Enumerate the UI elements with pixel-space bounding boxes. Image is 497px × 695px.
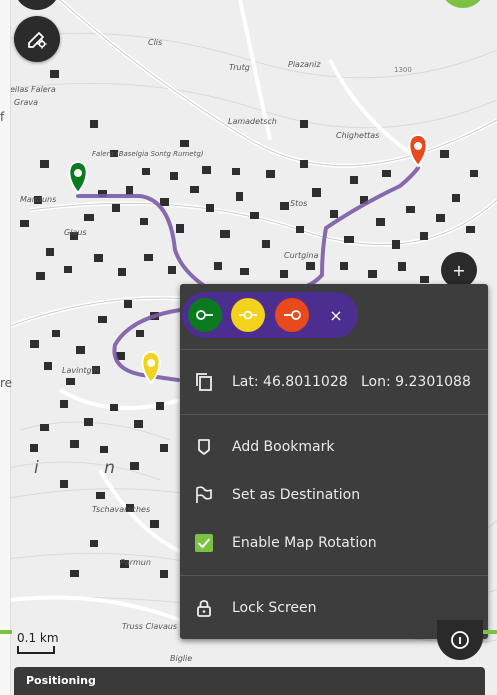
map-label-chighettas: Chighettas: [336, 131, 380, 140]
set-end-button[interactable]: [275, 298, 309, 332]
side-panel-text-top: f: [0, 110, 5, 124]
point-type-selector: ×: [182, 292, 358, 338]
info-icon: [451, 631, 469, 649]
set-start-button[interactable]: [188, 298, 222, 332]
plus-icon: +: [452, 260, 466, 280]
map-label-teilas-falera: eilas Falera: [10, 85, 56, 94]
set-via-button[interactable]: [231, 298, 265, 332]
map-label-stos: Stos: [290, 199, 308, 208]
side-panel-text-mid: re: [0, 376, 13, 390]
enable-map-rotation-item[interactable]: Enable Map Rotation: [180, 523, 488, 563]
map-label-truss-clavaus: Truss Clavaus: [122, 622, 178, 631]
accent-line: [0, 630, 12, 634]
map-label-parmun: Parmun: [120, 558, 151, 567]
enable-map-rotation-label: Enable Map Rotation: [232, 535, 377, 551]
map-label-manduns: Manduns: [20, 195, 57, 204]
side-panel-edge: f re: [0, 0, 13, 695]
set-destination-item[interactable]: Set as Destination: [180, 475, 488, 515]
divider: [180, 414, 488, 415]
map-context-menu: × Lat: 46.8011028 Lon: 9.2301088 Add Boo…: [180, 284, 488, 639]
map-label-elevation: 1300: [394, 66, 412, 74]
positioning-title: Positioning: [26, 674, 96, 687]
map-label-glaus: Glaus: [64, 228, 87, 237]
end-point-icon: [284, 310, 301, 320]
map-label-grava: Grava: [14, 98, 39, 107]
checkbox-checked-icon[interactable]: [194, 533, 214, 553]
map-label-trutg: Trutg: [229, 63, 250, 72]
flag-icon: [194, 485, 214, 505]
route-settings-icon: [28, 32, 47, 49]
map-label-curtgina: Curtgina: [284, 251, 319, 260]
set-destination-label: Set as Destination: [232, 487, 361, 503]
bookmark-icon: [194, 437, 214, 457]
add-bookmark-label: Add Bookmark: [232, 439, 335, 455]
route-edit-button[interactable]: [14, 16, 60, 62]
map-label-lamadetsch: Lamadetsch: [228, 117, 277, 126]
map-label-plazaniz: Plazaniz: [288, 60, 321, 69]
divider: [180, 575, 488, 576]
via-point-icon: [239, 310, 257, 320]
divider: [180, 349, 488, 350]
copy-icon: [194, 372, 214, 392]
lock-screen-label: Lock Screen: [232, 600, 317, 616]
map-label-tschavarsches: Tschavarsches: [92, 505, 151, 514]
add-bookmark-item[interactable]: Add Bookmark: [180, 427, 488, 467]
close-icon: ×: [329, 305, 343, 325]
zoom-in-button[interactable]: +: [441, 252, 477, 288]
map-label-lavintgin: Lavintgin: [62, 366, 99, 375]
start-point-icon: [196, 310, 213, 320]
coordinates-text: Lat: 46.8011028 Lon: 9.2301088: [232, 374, 471, 390]
lock-icon: [194, 598, 214, 618]
scale-bar: [17, 646, 55, 654]
positioning-panel[interactable]: Positioning: [14, 667, 485, 695]
close-menu-button[interactable]: ×: [319, 298, 353, 332]
map-label-clis: Clis: [148, 38, 163, 47]
copy-coordinates-row[interactable]: Lat: 46.8011028 Lon: 9.2301088: [180, 362, 488, 402]
scale-label: 0.1 km: [17, 631, 59, 645]
map-label-biglie: Biglie: [170, 654, 193, 663]
map-label-falera-church: Falera (Baselgia Sontg Rumetg): [92, 150, 204, 158]
compass-button[interactable]: [437, 620, 483, 660]
map-label-large: i n: [34, 458, 145, 478]
